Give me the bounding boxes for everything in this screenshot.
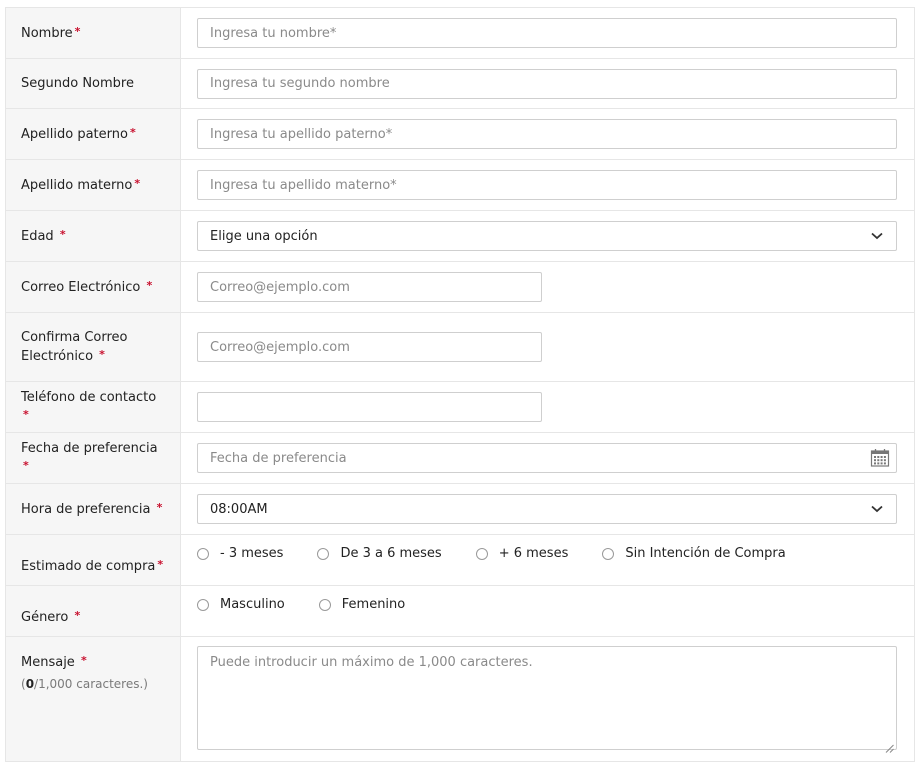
label-genero: Género *	[6, 586, 181, 636]
required-marker: *	[129, 125, 136, 139]
label-apellido-paterno: Apellido paterno *	[6, 109, 181, 159]
row-estimado: Estimado de compra * - 3 meses De 3 a 6 m…	[6, 535, 914, 586]
label-text: Correo Electrónico	[21, 279, 145, 295]
calendar-icon[interactable]	[870, 448, 890, 468]
radio-circle-icon[interactable]	[318, 598, 331, 611]
required-marker: *	[134, 176, 141, 190]
counter-value: 0	[25, 677, 35, 691]
radio-label: De 3 a 6 meses	[340, 546, 442, 561]
radio-3-a-6-meses[interactable]: De 3 a 6 meses	[317, 546, 442, 561]
row-fecha: Fecha de preferencia *	[6, 433, 914, 484]
row-hora: Hora de preferencia * 08:00AM	[6, 484, 914, 535]
correo-input[interactable]	[197, 272, 542, 302]
hora-select-value: 08:00AM	[210, 501, 268, 517]
label-text: Confirma Correo Electrónico	[21, 330, 128, 364]
label-hora: Hora de preferencia *	[6, 484, 181, 534]
row-genero: Género * Masculino Femenino	[6, 586, 914, 637]
nombre-input[interactable]	[197, 18, 897, 48]
radio-circle-icon[interactable]	[475, 547, 488, 560]
character-counter: (0/1,000 caracteres.)	[21, 675, 166, 694]
fecha-input[interactable]	[197, 443, 897, 473]
required-marker: *	[80, 654, 87, 667]
label-text: Edad	[21, 228, 58, 244]
label-text: Apellido paterno	[21, 126, 128, 142]
row-telefono: Teléfono de contacto *	[6, 382, 914, 433]
radio-label: Femenino	[341, 597, 406, 612]
label-text: Teléfono de contacto	[21, 390, 157, 405]
label-mensaje: Mensaje * (0/1,000 caracteres.)	[6, 637, 181, 761]
confirma-correo-input[interactable]	[197, 332, 542, 362]
label-text: Fecha de preferencia	[21, 441, 158, 456]
row-correo: Correo Electrónico *	[6, 262, 914, 313]
row-mensaje: Mensaje * (0/1,000 caracteres.)	[6, 637, 914, 762]
mensaje-textarea[interactable]	[197, 646, 897, 750]
chevron-down-icon	[870, 502, 884, 516]
radio-label: Masculino	[220, 597, 285, 612]
genero-radio-group: Masculino Femenino	[197, 597, 405, 612]
resize-grip-icon[interactable]	[885, 738, 894, 753]
radio-circle-icon[interactable]	[317, 547, 330, 560]
row-confirma-correo: Confirma Correo Electrónico *	[6, 313, 914, 382]
edad-select-value: Elige una opción	[210, 228, 318, 244]
label-text: Género	[21, 610, 73, 625]
label-fecha: Fecha de preferencia *	[6, 433, 181, 483]
radio-circle-icon[interactable]	[197, 547, 209, 560]
required-marker: *	[157, 558, 164, 571]
required-marker: *	[146, 278, 153, 292]
required-marker: *	[23, 459, 29, 472]
radio-masculino[interactable]: Masculino	[197, 597, 285, 612]
required-marker: *	[99, 348, 105, 361]
required-marker: *	[156, 500, 163, 514]
segundo-nombre-input[interactable]	[197, 68, 897, 99]
estimado-radio-group: - 3 meses De 3 a 6 meses + 6 meses Sin I…	[197, 546, 786, 561]
radio-circle-icon[interactable]	[602, 547, 615, 560]
label-text: Mensaje	[21, 655, 79, 670]
counter-suffix: /1,000 caracteres.)	[34, 677, 148, 691]
radio-mas-6-meses[interactable]: + 6 meses	[475, 546, 569, 561]
label-telefono: Teléfono de contacto *	[6, 382, 181, 432]
label-correo: Correo Electrónico *	[6, 262, 181, 312]
chevron-down-icon	[870, 229, 884, 243]
required-marker: *	[23, 408, 29, 421]
label-edad: Edad *	[6, 211, 181, 261]
label-text: Nombre	[21, 25, 73, 41]
label-nombre: Nombre *	[6, 8, 181, 58]
apellido-materno-input[interactable]	[197, 170, 897, 200]
hora-select[interactable]: 08:00AM	[197, 494, 897, 524]
row-segundo-nombre: Segundo Nombre	[6, 59, 914, 109]
row-apellido-paterno: Apellido paterno *	[6, 109, 914, 160]
label-segundo-nombre: Segundo Nombre	[6, 59, 181, 108]
radio-sin-intencion[interactable]: Sin Intención de Compra	[602, 546, 786, 561]
label-apellido-materno: Apellido materno *	[6, 160, 181, 210]
row-nombre: Nombre *	[6, 8, 914, 59]
apellido-paterno-input[interactable]	[197, 119, 897, 149]
label-text: Estimado de compra	[21, 559, 156, 574]
row-edad: Edad * Elige una opción	[6, 211, 914, 262]
radio-label: Sin Intención de Compra	[625, 546, 786, 561]
radio-label: + 6 meses	[498, 546, 569, 561]
radio-circle-icon[interactable]	[197, 598, 209, 611]
radio-femenino[interactable]: Femenino	[318, 597, 406, 612]
row-apellido-materno: Apellido materno *	[6, 160, 914, 211]
radio-label: - 3 meses	[220, 546, 284, 561]
label-estimado: Estimado de compra *	[6, 535, 181, 585]
radio-menos-3-meses[interactable]: - 3 meses	[197, 546, 283, 561]
telefono-input[interactable]	[197, 392, 542, 422]
required-marker: *	[74, 24, 81, 38]
required-marker: *	[74, 609, 81, 622]
label-text: Apellido materno	[21, 177, 133, 193]
edad-select[interactable]: Elige una opción	[197, 221, 897, 251]
contact-form: Nombre* Segundo Nombre Apellido paterno*…	[5, 7, 915, 762]
label-text: Hora de preferencia	[21, 501, 155, 517]
label-confirma-correo: Confirma Correo Electrónico *	[6, 313, 181, 381]
label-text: Segundo Nombre	[21, 76, 134, 91]
required-marker: *	[59, 227, 66, 241]
